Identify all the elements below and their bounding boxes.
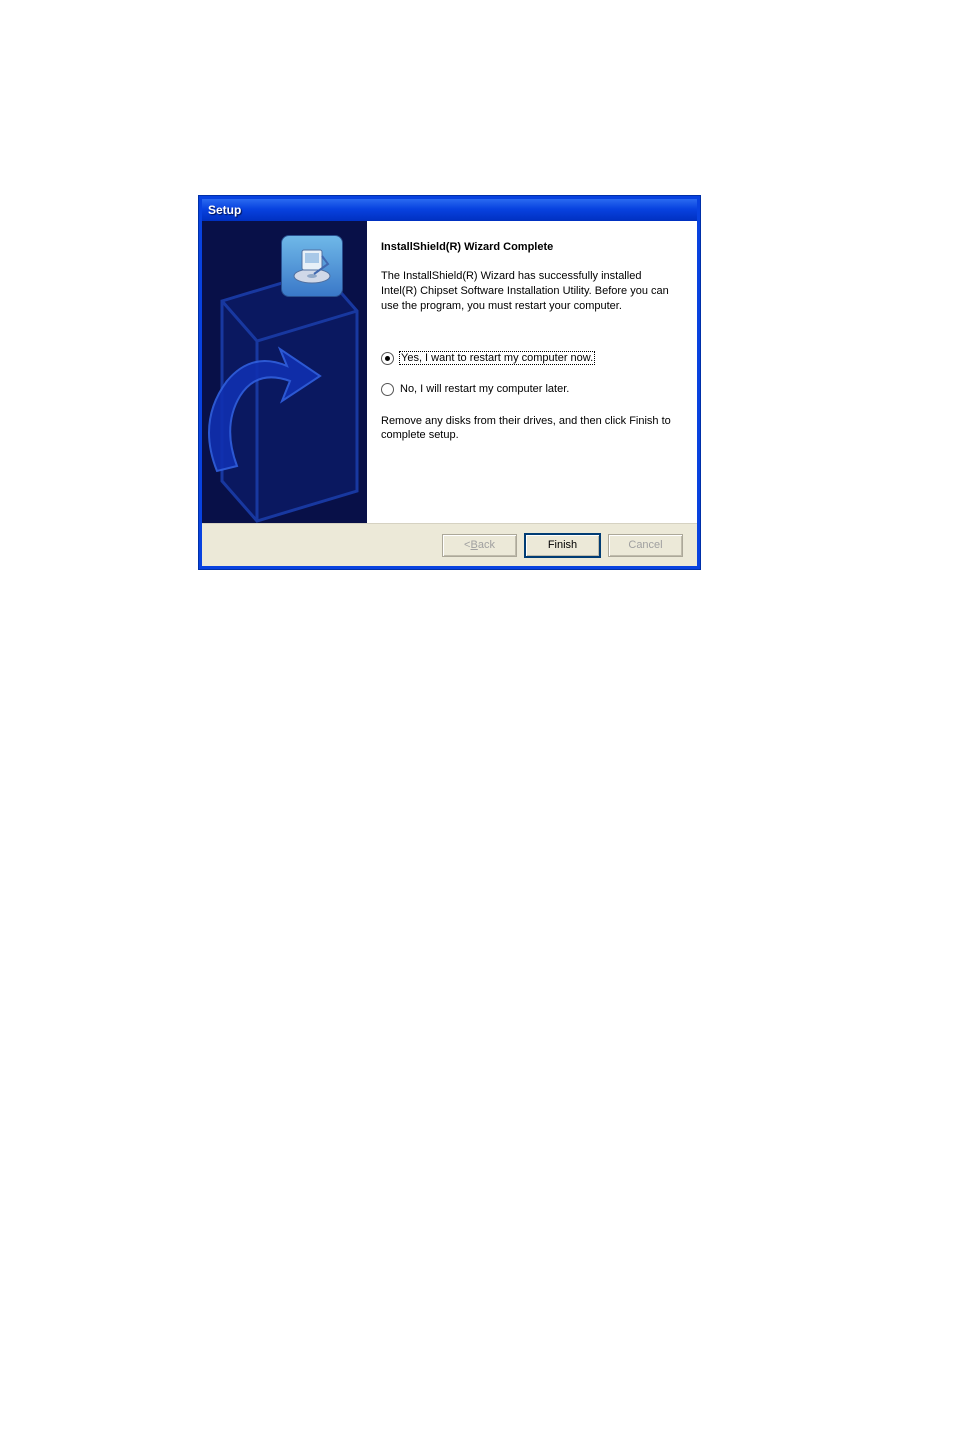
- radio-label-restart-now: Yes, I want to restart my computer now.: [400, 352, 594, 364]
- wizard-description: The InstallShield(R) Wizard has successf…: [381, 269, 675, 314]
- radio-restart-later[interactable]: No, I will restart my computer later.: [381, 383, 675, 396]
- main-panel: InstallShield(R) Wizard Complete The Ins…: [367, 221, 697, 523]
- wizard-heading: InstallShield(R) Wizard Complete: [381, 241, 675, 253]
- button-row: < Back Finish Cancel: [202, 523, 697, 566]
- dialog-content: InstallShield(R) Wizard Complete The Ins…: [202, 221, 697, 523]
- finish-button[interactable]: Finish: [524, 533, 601, 558]
- back-button-hotkey: B: [470, 539, 477, 551]
- cancel-button-label: Cancel: [628, 539, 662, 551]
- footer-note: Remove any disks from their drives, and …: [381, 414, 675, 444]
- installer-icon: [281, 235, 343, 297]
- titlebar: Setup: [202, 199, 697, 221]
- back-button: < Back: [442, 534, 517, 557]
- back-button-rest: ack: [478, 539, 495, 551]
- finish-button-label: Finish: [548, 539, 577, 551]
- cancel-button: Cancel: [608, 534, 683, 557]
- radio-icon: [381, 352, 394, 365]
- radio-restart-now[interactable]: Yes, I want to restart my computer now.: [381, 352, 675, 365]
- installer-dialog: Setup InstallSh: [199, 196, 700, 569]
- radio-icon: [381, 383, 394, 396]
- titlebar-text: Setup: [208, 203, 241, 217]
- radio-label-restart-later: No, I will restart my computer later.: [400, 383, 569, 395]
- sidebar-graphic: [202, 221, 367, 523]
